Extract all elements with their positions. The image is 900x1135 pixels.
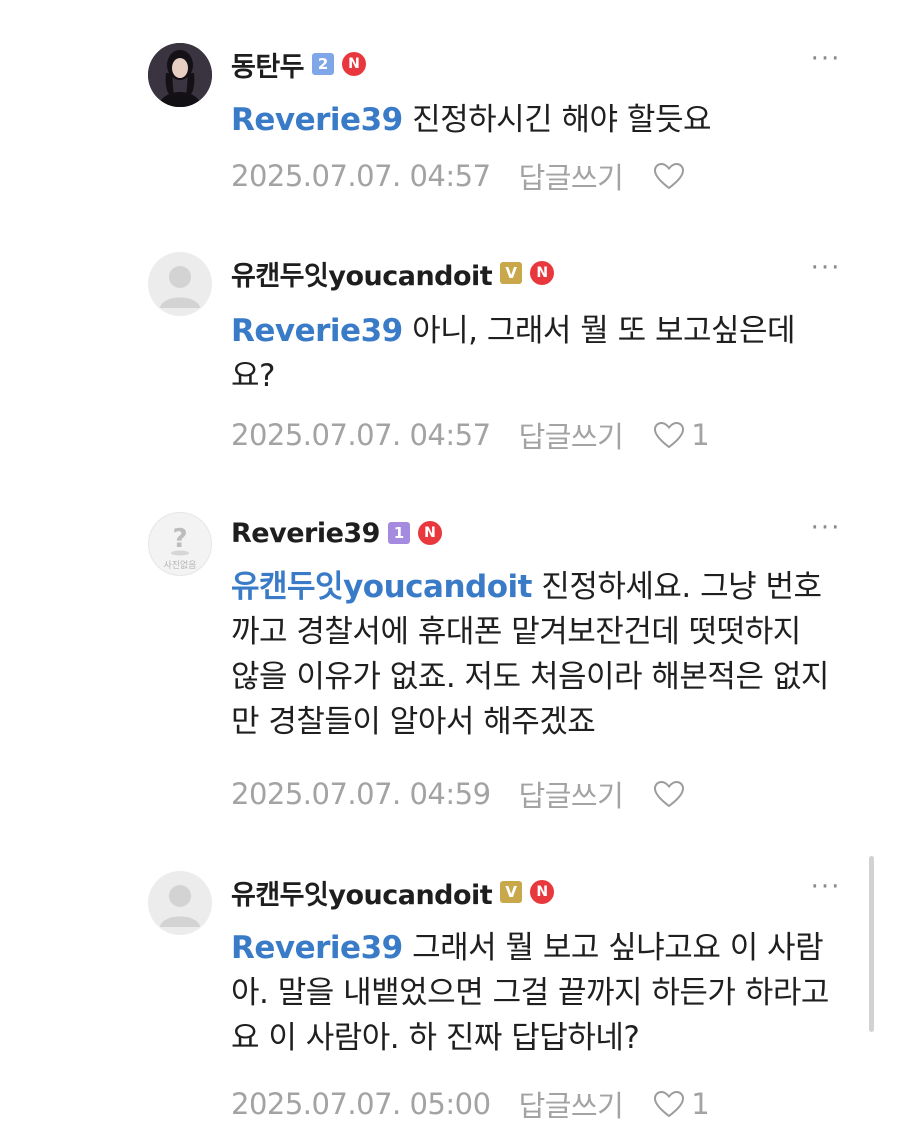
more-options-icon[interactable]: ··· (808, 255, 844, 281)
new-badge: N (342, 52, 367, 76)
author-row: 유캔두잇youcandoit V N (231, 253, 555, 293)
svg-text:?: ? (172, 524, 187, 554)
comment-body: Reverie39 진정하시긴 해야 할듯요 (231, 98, 831, 143)
author-row: 동탄두 2 N (231, 44, 367, 84)
like-button[interactable] (653, 162, 691, 190)
comment-meta: 2025.07.07. 04:57 답글쓰기 1 (231, 414, 710, 456)
reply-button[interactable]: 답글쓰기 (519, 773, 624, 815)
level-badge: V (500, 262, 523, 284)
default-avatar-icon (160, 266, 200, 308)
comment-body: Reverie39 아니, 그래서 뭘 또 보고싶은데요? (231, 309, 831, 399)
level-badge: 1 (387, 522, 410, 544)
reply-button[interactable]: 답글쓰기 (519, 414, 624, 456)
author-row: 유캔두잇youcandoit V N (231, 872, 555, 912)
author-name[interactable]: Reverie39 (231, 518, 380, 549)
comment-meta: 2025.07.07. 05:00 답글쓰기 1 (231, 1083, 710, 1125)
level-badge: V (500, 881, 523, 903)
mention-link[interactable]: Reverie39 (231, 102, 403, 138)
scrollbar[interactable] (869, 856, 874, 1032)
heart-outline-icon (654, 162, 685, 190)
no-photo-label: 사진없음 (163, 561, 197, 571)
author-name[interactable]: 유캔두잇youcandoit (231, 873, 493, 912)
comment-body: 유캔두잇youcandoit 진정하세요. 그냥 번호 까고 경찰서에 휴대폰 … (231, 565, 831, 745)
mention-link[interactable]: 유캔두잇youcandoit (231, 569, 532, 605)
heart-outline-icon (654, 1090, 685, 1118)
heart-outline-icon (654, 780, 685, 808)
like-count: 1 (691, 418, 710, 452)
comment-meta: 2025.07.07. 04:57 답글쓰기 (231, 156, 691, 196)
new-badge: N (417, 521, 442, 545)
reply-button[interactable]: 답글쓰기 (519, 155, 624, 197)
like-button[interactable] (653, 780, 691, 808)
avatar[interactable] (148, 252, 212, 316)
more-options-icon[interactable]: ··· (808, 874, 844, 900)
more-options-icon[interactable]: ··· (808, 46, 844, 72)
reply-button[interactable]: 답글쓰기 (519, 1083, 624, 1125)
timestamp: 2025.07.07. 05:00 (231, 1087, 491, 1121)
like-button[interactable]: 1 (653, 1087, 710, 1121)
comment-body: Reverie39 그래서 뭘 보고 싶냐고요 이 사람아. 말을 내뱉었으면 … (231, 926, 831, 1061)
mention-link[interactable]: Reverie39 (231, 313, 403, 349)
timestamp: 2025.07.07. 04:57 (231, 159, 491, 193)
author-name[interactable]: 동탄두 (231, 45, 305, 84)
like-count: 1 (691, 1087, 710, 1121)
avatar[interactable] (148, 871, 212, 935)
profile-photo-icon (148, 43, 212, 107)
level-badge: 2 (312, 53, 335, 75)
timestamp: 2025.07.07. 04:59 (231, 777, 491, 811)
author-name[interactable]: 유캔두잇youcandoit (231, 254, 493, 293)
new-badge: N (530, 261, 555, 285)
heart-outline-icon (654, 421, 685, 449)
timestamp: 2025.07.07. 04:57 (231, 418, 491, 452)
default-avatar-icon (160, 885, 200, 927)
avatar[interactable]: ? 사진없음 (148, 512, 212, 576)
new-badge: N (530, 880, 555, 904)
comment-text: 진정하시긴 해야 할듯요 (402, 102, 711, 138)
avatar[interactable] (148, 43, 212, 107)
comment-meta: 2025.07.07. 04:59 답글쓰기 (231, 774, 691, 814)
mention-link[interactable]: Reverie39 (231, 930, 403, 966)
more-options-icon[interactable]: ··· (808, 515, 844, 541)
author-row: Reverie39 1 N (231, 513, 442, 553)
like-button[interactable]: 1 (653, 418, 710, 452)
